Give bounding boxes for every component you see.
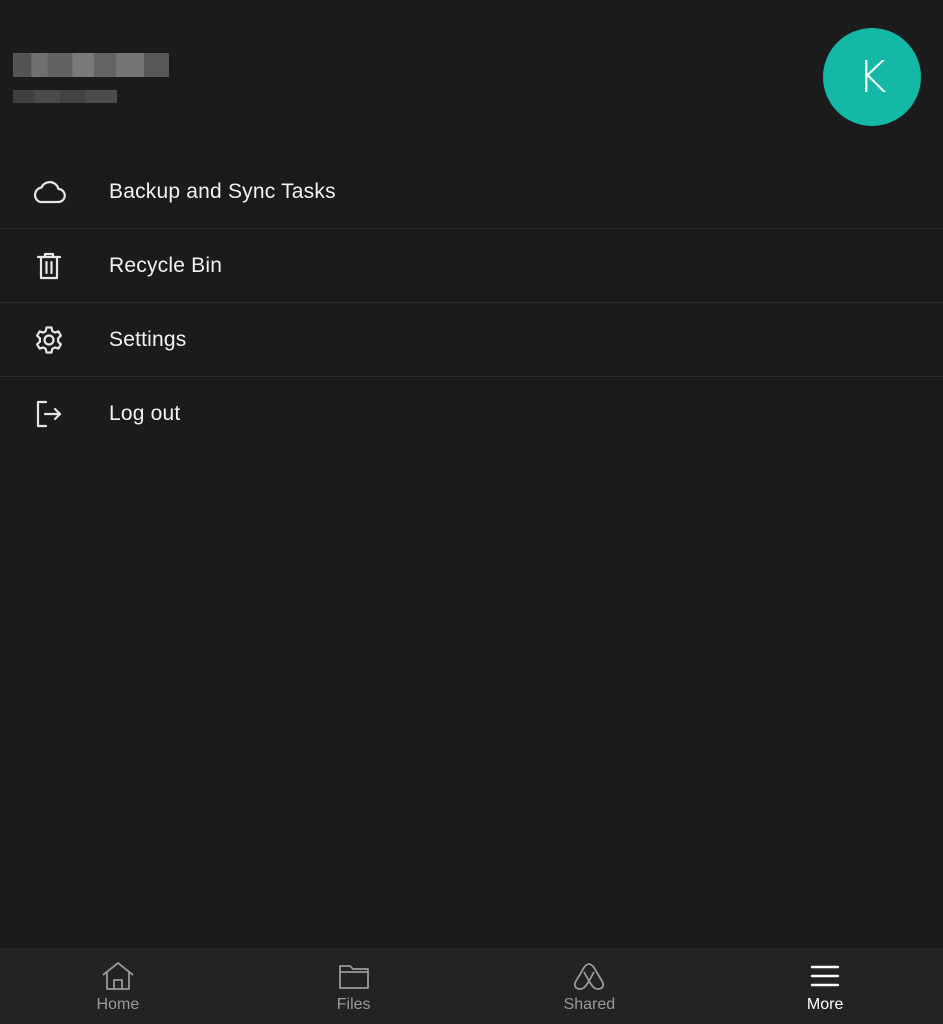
bottom-navigation: Home Files Shared More <box>0 948 943 1024</box>
gear-icon <box>30 321 68 359</box>
shared-icon <box>571 960 607 992</box>
menu-item-label: Settings <box>109 327 187 351</box>
nav-files[interactable]: Files <box>236 948 472 1024</box>
menu-item-label: Recycle Bin <box>109 253 223 277</box>
nav-more[interactable]: More <box>707 948 943 1024</box>
nav-label: Files <box>336 996 371 1013</box>
menu-item-settings[interactable]: Settings <box>0 303 943 377</box>
nav-label: More <box>806 996 844 1013</box>
logout-icon <box>30 395 68 433</box>
avatar[interactable]: K <box>823 28 921 126</box>
avatar-initial: K <box>857 51 887 103</box>
menu-item-recycle-bin[interactable]: Recycle Bin <box>0 229 943 303</box>
nav-shared[interactable]: Shared <box>472 948 708 1024</box>
more-menu: Backup and Sync Tasks Recycle Bin Settin… <box>0 155 943 450</box>
account-header: K <box>0 0 943 155</box>
redacted-account-detail <box>13 90 117 103</box>
nav-label: Shared <box>563 996 616 1013</box>
folder-icon <box>336 960 372 992</box>
redacted-account-name <box>13 53 169 77</box>
nav-home[interactable]: Home <box>0 948 236 1024</box>
cloud-icon <box>30 173 68 211</box>
home-icon <box>100 960 136 992</box>
menu-item-backup-sync[interactable]: Backup and Sync Tasks <box>0 155 943 229</box>
menu-item-label: Log out <box>109 401 181 425</box>
nav-label: Home <box>96 996 140 1013</box>
menu-item-log-out[interactable]: Log out <box>0 377 943 450</box>
menu-item-label: Backup and Sync Tasks <box>109 179 336 203</box>
trash-icon <box>30 247 68 285</box>
menu-icon <box>807 960 843 992</box>
